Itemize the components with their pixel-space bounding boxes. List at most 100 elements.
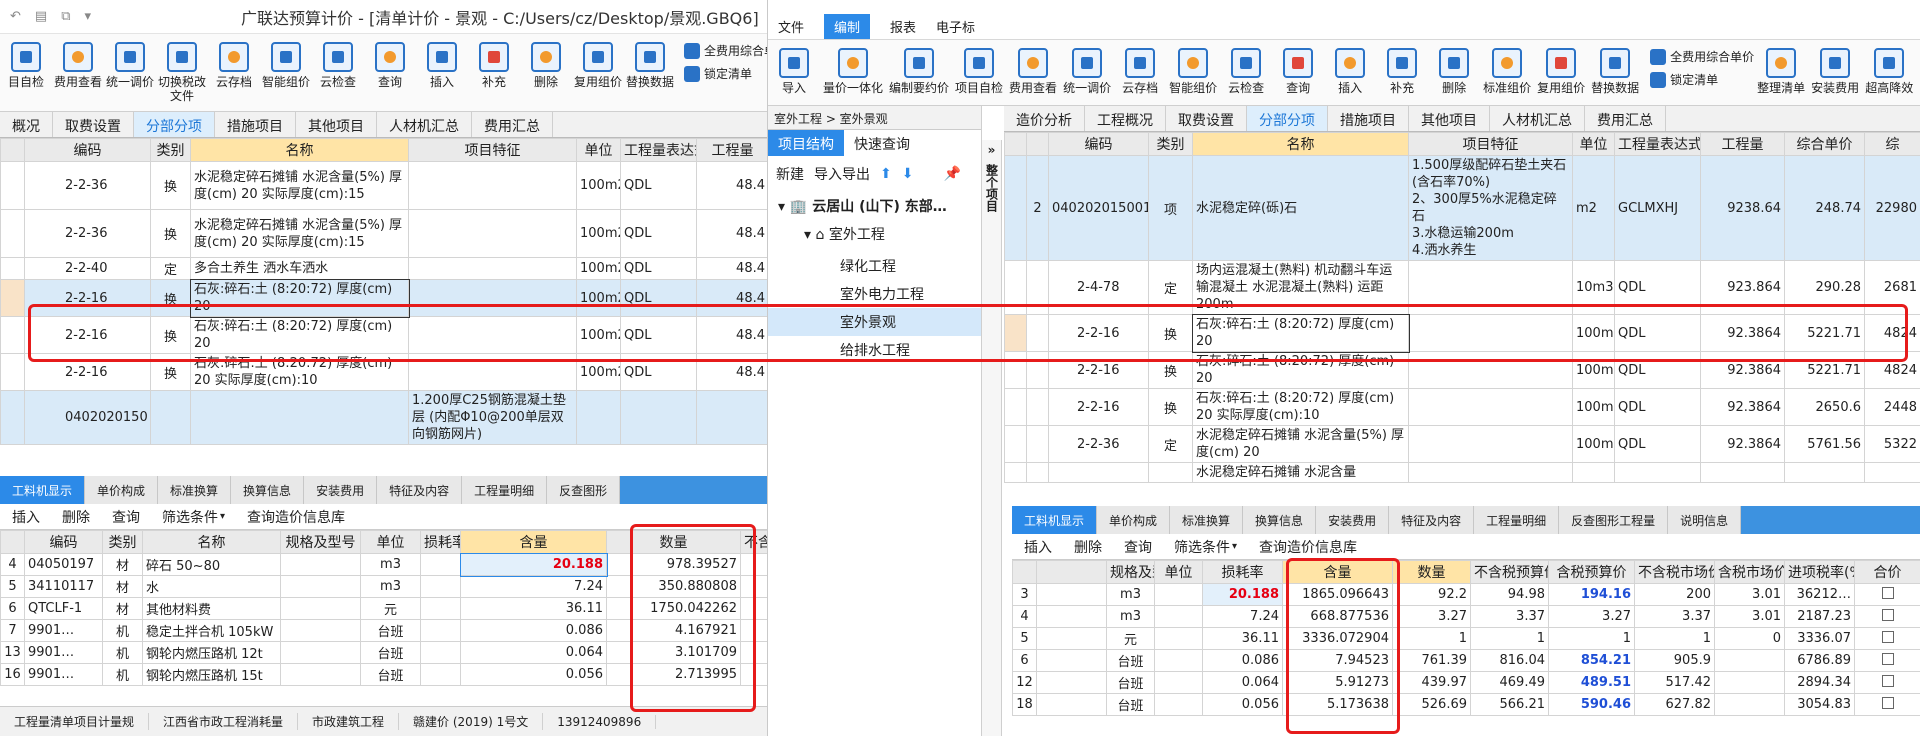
chevron-down-icon[interactable]: ▾ (220, 511, 225, 522)
cell-p1[interactable]: 439.97 (1392, 671, 1471, 694)
cell-p4[interactable]: 3.37 (1634, 605, 1715, 628)
tab-0[interactable]: 造价分析 (1004, 106, 1085, 131)
ribbon-button-8[interactable]: 插入 (419, 42, 465, 89)
table-row[interactable]: 4 04050197 材碎石 50~80 m3 20.188 978.39527 (0, 552, 767, 577)
subtab-3[interactable]: 换算信息 (231, 476, 305, 504)
cell-name[interactable]: 石灰:碎石:土 (8:20:72) 厚度(cm) 20 (1191, 313, 1410, 353)
cell-unit[interactable]: 100m2 (1572, 425, 1615, 463)
cell-spec[interactable] (280, 553, 361, 576)
subtab-8[interactable]: 说明信息 (1668, 506, 1742, 534)
table-row[interactable]: 2-2-36 换水泥稳定碎石摊铺 水泥含量(5%) 厚度(cm) 20 实际厚度(… (0, 209, 767, 258)
ribbon-button-9[interactable]: 查询 (1275, 48, 1321, 95)
cell-content[interactable]: 36.11 (1202, 627, 1283, 650)
row-marker[interactable] (1004, 462, 1027, 483)
table-row[interactable]: 13 9901… 机钢轮内燃压路机 12t 台班 0.064 3.101709 (0, 641, 767, 664)
ribbon-button-7[interactable]: 智能组价 (1169, 48, 1217, 95)
table-row[interactable]: 2-2-40定多合土养生 洒水车洒水 100m2QDL48.4 (0, 257, 767, 280)
dropdown-icon[interactable]: ▾ (85, 9, 92, 24)
cell-loss[interactable] (1154, 649, 1203, 672)
cell-type[interactable] (150, 390, 191, 445)
cell-code[interactable]: 2-2-16 (1048, 314, 1149, 352)
cell-idx[interactable]: 13 (0, 641, 25, 664)
cell-name[interactable]: 石灰:碎石:土 (8:20:72) 厚度(cm) 20 实际厚度(cm):10 (1192, 388, 1409, 426)
cell-unit[interactable]: 100m2 (1572, 314, 1615, 352)
ribbon-button-8[interactable]: 云检查 (1223, 48, 1269, 95)
cell-qty[interactable]: 48.4 (696, 279, 767, 317)
cell-price[interactable] (1784, 462, 1865, 483)
subtab-0[interactable]: 工料机显示 (0, 476, 86, 504)
cell-p4[interactable]: 627.82 (1634, 693, 1715, 716)
cell-p2[interactable]: 816.04 (1470, 649, 1549, 672)
subtab-1[interactable]: 单价构成 (85, 476, 159, 504)
ribbon-button-0[interactable]: 目自检 (3, 42, 49, 89)
menu-3[interactable]: 电子标 (936, 17, 975, 36)
cell-unit[interactable]: m3 (1106, 583, 1155, 606)
checkbox-icon[interactable] (1881, 696, 1894, 709)
cell-loss[interactable] (1154, 583, 1203, 606)
cell-spec[interactable] (280, 619, 361, 642)
cell-code[interactable]: 2-2-16 (24, 316, 151, 354)
cell-type[interactable]: 定 (1148, 260, 1193, 315)
cell-name[interactable]: 水泥稳定碎(砾)石 (1192, 155, 1409, 261)
cell-loss[interactable] (420, 641, 461, 664)
cell-loss[interactable] (1154, 627, 1203, 650)
subtab-0[interactable]: 工料机显示 (1012, 506, 1098, 534)
cell-qty[interactable]: 923.864 (1700, 260, 1785, 315)
cell-total[interactable]: 4824 (1864, 314, 1920, 352)
subtool-0[interactable]: 插入 (12, 507, 40, 527)
cell-unit[interactable]: 元 (1106, 627, 1155, 650)
table-row[interactable]: 2-4-78 定场内运混凝土(熟料) 机动翻斗车运输混凝土 水泥混凝土(熟料) 运… (1004, 260, 1920, 315)
cell-content[interactable]: 0.064 (460, 641, 607, 664)
cell-idx[interactable]: 12 (1012, 671, 1037, 694)
ribbon-button-5[interactable]: 智能组价 (262, 42, 310, 89)
cell-p1[interactable]: 92.2 (1392, 583, 1471, 606)
cell-code[interactable]: 2-2-16 (24, 353, 151, 391)
lock-checkbox[interactable] (1854, 627, 1920, 650)
column-header[interactable]: 单位 (576, 138, 621, 162)
cell-unit[interactable]: 台班 (1106, 649, 1155, 672)
cell-qty[interactable]: 1750.042262 (606, 597, 741, 620)
cell-qty[interactable]: 5.173638 (1282, 693, 1393, 716)
cell-name[interactable]: 碎石 50~80 (142, 553, 281, 576)
column-header[interactable]: 单位 (1154, 560, 1203, 584)
cell-feat[interactable] (408, 209, 577, 258)
cell-name[interactable]: 水泥稳定碎石摊铺 水泥含量 (1192, 462, 1409, 483)
cell-tax[interactable]: 3.01 (1714, 605, 1785, 628)
row-marker[interactable] (1004, 314, 1027, 352)
cell-code[interactable]: 2-2-36 (24, 161, 151, 210)
column-header[interactable]: 工程量 (1700, 132, 1785, 156)
checkbox-icon[interactable] (1881, 652, 1894, 665)
subtab-5[interactable]: 特征及内容 (377, 476, 463, 504)
cell-p3[interactable]: 489.51 (1548, 671, 1635, 694)
cell-price[interactable]: 5221.71 (1784, 351, 1865, 389)
column-header[interactable]: 项目特征 (1408, 132, 1573, 156)
cell-price[interactable]: 248.74 (1784, 155, 1865, 261)
ribbon-stack-item[interactable]: 锁定清单 (684, 65, 767, 82)
cell-code[interactable]: 34110117 (24, 575, 103, 598)
cell-sum[interactable]: 6786.89 (1784, 649, 1855, 672)
cell-sum[interactable]: 36212… (1784, 583, 1855, 606)
checkbox-icon[interactable] (1881, 674, 1894, 687)
cell-unit[interactable]: m3 (1106, 605, 1155, 628)
cell-extra[interactable] (740, 553, 767, 576)
cell-code[interactable]: QTCLF-1 (24, 597, 103, 620)
cell-expr[interactable]: QDL (620, 353, 697, 391)
subtool-2[interactable]: 查询 (1124, 537, 1152, 557)
cell-p4[interactable]: 517.42 (1634, 671, 1715, 694)
cell-code[interactable]: 0402020150 (24, 390, 151, 445)
column-header[interactable]: 编码 (24, 530, 103, 554)
arrow-down-icon[interactable]: ⬇ (902, 166, 914, 182)
cell-unit[interactable]: 100m2 (576, 316, 621, 354)
cell-type[interactable] (1148, 462, 1193, 483)
column-header[interactable]: 损耗率 (1202, 560, 1283, 584)
cell-code[interactable]: 2-2-16 (24, 279, 151, 317)
cell-idx[interactable]: 16 (0, 663, 25, 686)
cell-extra[interactable] (740, 663, 767, 686)
column-header[interactable]: 工程量 (696, 138, 767, 162)
cell-qty[interactable]: 48.4 (696, 257, 767, 280)
cell-idx[interactable] (1026, 425, 1049, 463)
cell-type[interactable]: 换 (1148, 314, 1193, 352)
ribbon-button-5[interactable]: 统一调价 (1063, 48, 1111, 95)
subtool-0[interactable]: 插入 (1024, 537, 1052, 557)
menu-2[interactable]: 报表 (890, 17, 916, 36)
